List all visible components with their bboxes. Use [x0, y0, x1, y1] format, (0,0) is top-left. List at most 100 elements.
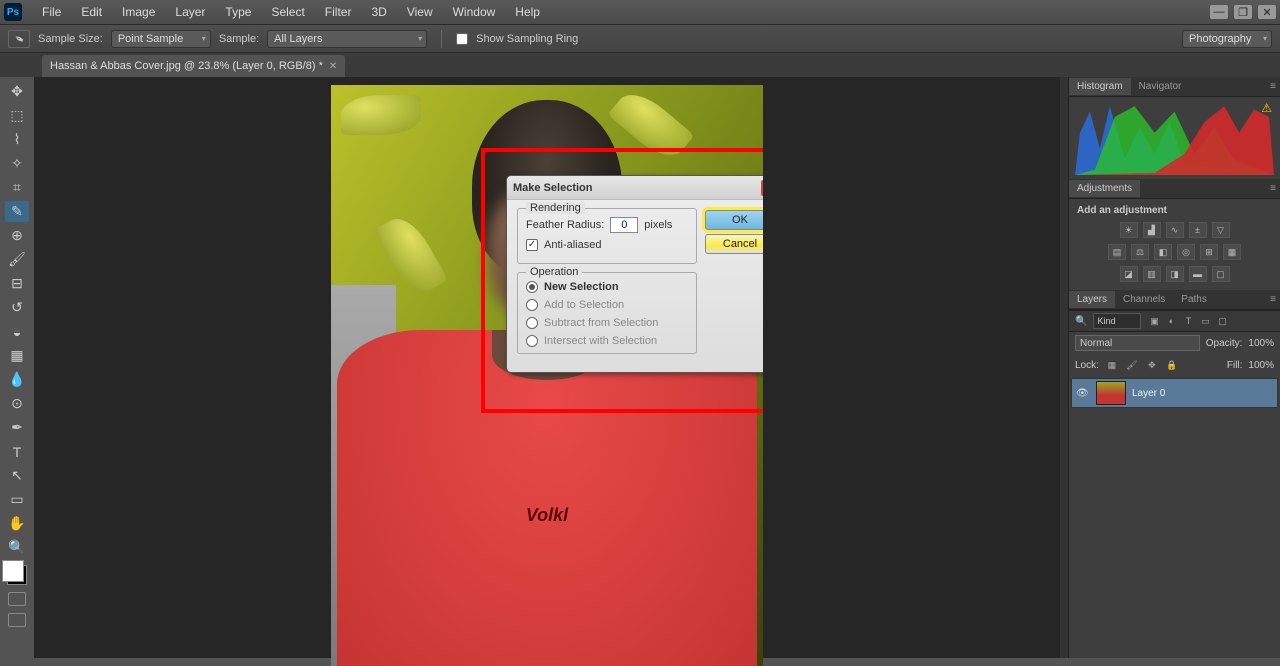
menu-view[interactable]: View: [397, 5, 443, 19]
show-sampling-checkbox[interactable]: [456, 33, 468, 45]
history-brush-tool[interactable]: ↺: [5, 297, 29, 318]
color-lookup-icon[interactable]: ▦: [1223, 244, 1241, 260]
canvas-area[interactable]: Volkl Make Selection ✕ Rendering Feather…: [34, 77, 1060, 658]
menu-filter[interactable]: Filter: [315, 5, 362, 19]
ok-button[interactable]: OK: [705, 210, 763, 230]
black-white-icon[interactable]: ◧: [1154, 244, 1172, 260]
menu-type[interactable]: Type: [215, 5, 261, 19]
threshold-icon[interactable]: ◨: [1166, 266, 1184, 282]
layer-item[interactable]: 👁 Layer 0: [1071, 378, 1278, 408]
navigator-tab[interactable]: Navigator: [1131, 78, 1190, 95]
selective-color-icon[interactable]: ▢: [1212, 266, 1230, 282]
window-maximize-button[interactable]: ❐: [1234, 5, 1252, 19]
hand-tool[interactable]: ✋: [5, 513, 29, 534]
lock-pixels-icon[interactable]: 🖌: [1125, 358, 1139, 372]
subtract-from-selection-radio[interactable]: [526, 317, 538, 329]
histogram-panel-menu-icon[interactable]: ≡: [1266, 81, 1280, 92]
sample-size-dropdown[interactable]: Point Sample: [111, 30, 211, 48]
dialog-close-button[interactable]: ✕: [761, 180, 763, 196]
adjustments-tab[interactable]: Adjustments: [1069, 180, 1140, 197]
channel-mixer-icon[interactable]: ⊞: [1200, 244, 1218, 260]
gradient-tool[interactable]: ▦: [5, 345, 29, 366]
layers-tab[interactable]: Layers: [1069, 291, 1115, 308]
menu-3d[interactable]: 3D: [361, 5, 396, 19]
filter-smart-icon[interactable]: ▢: [1215, 314, 1229, 328]
marquee-tool[interactable]: ⬚: [5, 105, 29, 126]
lock-position-icon[interactable]: ✥: [1145, 358, 1159, 372]
filter-shape-icon[interactable]: ▭: [1198, 314, 1212, 328]
menu-layer[interactable]: Layer: [165, 5, 215, 19]
crop-tool[interactable]: ⌗: [5, 177, 29, 198]
hue-saturation-icon[interactable]: ▤: [1108, 244, 1126, 260]
intersect-with-selection-radio[interactable]: [526, 335, 538, 347]
menu-select[interactable]: Select: [261, 5, 314, 19]
gradient-map-icon[interactable]: ▬: [1189, 266, 1207, 282]
opacity-value[interactable]: 100%: [1248, 338, 1274, 349]
histogram-warning-icon[interactable]: ⚠: [1261, 101, 1272, 115]
layer-visibility-icon[interactable]: 👁: [1076, 388, 1090, 399]
layer-thumbnail[interactable]: [1096, 381, 1126, 405]
brush-tool[interactable]: 🖌: [5, 249, 29, 270]
eyedropper-tool[interactable]: ✎: [5, 201, 29, 222]
dialog-titlebar[interactable]: Make Selection ✕: [507, 176, 763, 200]
paths-tab[interactable]: Paths: [1173, 291, 1215, 308]
menu-edit[interactable]: Edit: [71, 5, 112, 19]
clone-stamp-tool[interactable]: ⊟: [5, 273, 29, 294]
active-tool-indicator[interactable]: [8, 30, 30, 48]
filter-search-icon[interactable]: 🔍: [1075, 316, 1087, 327]
workspace-dropdown[interactable]: Photography: [1182, 30, 1272, 48]
color-balance-icon[interactable]: ⚖: [1131, 244, 1149, 260]
invert-icon[interactable]: ◪: [1120, 266, 1138, 282]
close-tab-icon[interactable]: ✕: [329, 61, 337, 72]
filter-adjustment-icon[interactable]: ◐: [1164, 314, 1178, 328]
menu-file[interactable]: File: [32, 5, 71, 19]
curves-icon[interactable]: ∿: [1166, 222, 1184, 238]
magic-wand-tool[interactable]: ✧: [5, 153, 29, 174]
pen-tool[interactable]: ✒: [5, 417, 29, 438]
brightness-contrast-icon[interactable]: ☀: [1120, 222, 1138, 238]
healing-brush-tool[interactable]: ⊕: [5, 225, 29, 246]
menu-image[interactable]: Image: [112, 5, 165, 19]
rectangle-tool[interactable]: ▭: [5, 489, 29, 510]
cancel-button[interactable]: Cancel: [705, 234, 763, 254]
layers-panel-menu-icon[interactable]: ≡: [1266, 294, 1280, 305]
levels-icon[interactable]: ▟: [1143, 222, 1161, 238]
filter-pixel-icon[interactable]: ▣: [1147, 314, 1161, 328]
layer-name[interactable]: Layer 0: [1132, 388, 1165, 399]
menu-window[interactable]: Window: [443, 5, 506, 19]
window-minimize-button[interactable]: —: [1210, 5, 1228, 19]
menu-help[interactable]: Help: [505, 5, 550, 19]
photo-filter-icon[interactable]: ◎: [1177, 244, 1195, 260]
vibrance-icon[interactable]: ▽: [1212, 222, 1230, 238]
window-close-button[interactable]: ✕: [1258, 5, 1276, 19]
move-tool[interactable]: ✥: [5, 81, 29, 102]
document-tab[interactable]: Hassan & Abbas Cover.jpg @ 23.8% (Layer …: [42, 55, 345, 77]
zoom-tool[interactable]: 🔍: [5, 537, 29, 558]
exposure-icon[interactable]: ±: [1189, 222, 1207, 238]
path-selection-tool[interactable]: ↖: [5, 465, 29, 486]
color-swatches[interactable]: [7, 565, 27, 585]
screen-mode-toggle[interactable]: [8, 613, 26, 627]
eraser-tool[interactable]: ◒: [5, 321, 29, 342]
anti-aliased-checkbox[interactable]: [526, 239, 538, 251]
adjustments-panel-menu-icon[interactable]: ≡: [1266, 183, 1280, 194]
fill-value[interactable]: 100%: [1248, 360, 1274, 371]
sample-dropdown[interactable]: All Layers: [267, 30, 427, 48]
blend-mode-dropdown[interactable]: Normal: [1075, 335, 1200, 351]
lasso-tool[interactable]: ⌇: [5, 129, 29, 150]
lock-transparent-icon[interactable]: ▦: [1105, 358, 1119, 372]
add-to-selection-radio[interactable]: [526, 299, 538, 311]
blur-tool[interactable]: 💧: [5, 369, 29, 390]
lock-all-icon[interactable]: 🔒: [1165, 358, 1179, 372]
type-tool[interactable]: T: [5, 441, 29, 462]
quick-mask-toggle[interactable]: [8, 592, 26, 606]
panel-collapse-strip[interactable]: [1060, 77, 1068, 658]
new-selection-radio[interactable]: [526, 281, 538, 293]
posterize-icon[interactable]: ▥: [1143, 266, 1161, 282]
feather-radius-input[interactable]: [610, 217, 638, 233]
layer-kind-dropdown[interactable]: Kind: [1093, 313, 1141, 329]
filter-type-icon[interactable]: T: [1181, 314, 1195, 328]
channels-tab[interactable]: Channels: [1115, 291, 1173, 308]
dodge-tool[interactable]: ⊙: [5, 393, 29, 414]
histogram-tab[interactable]: Histogram: [1069, 78, 1131, 95]
